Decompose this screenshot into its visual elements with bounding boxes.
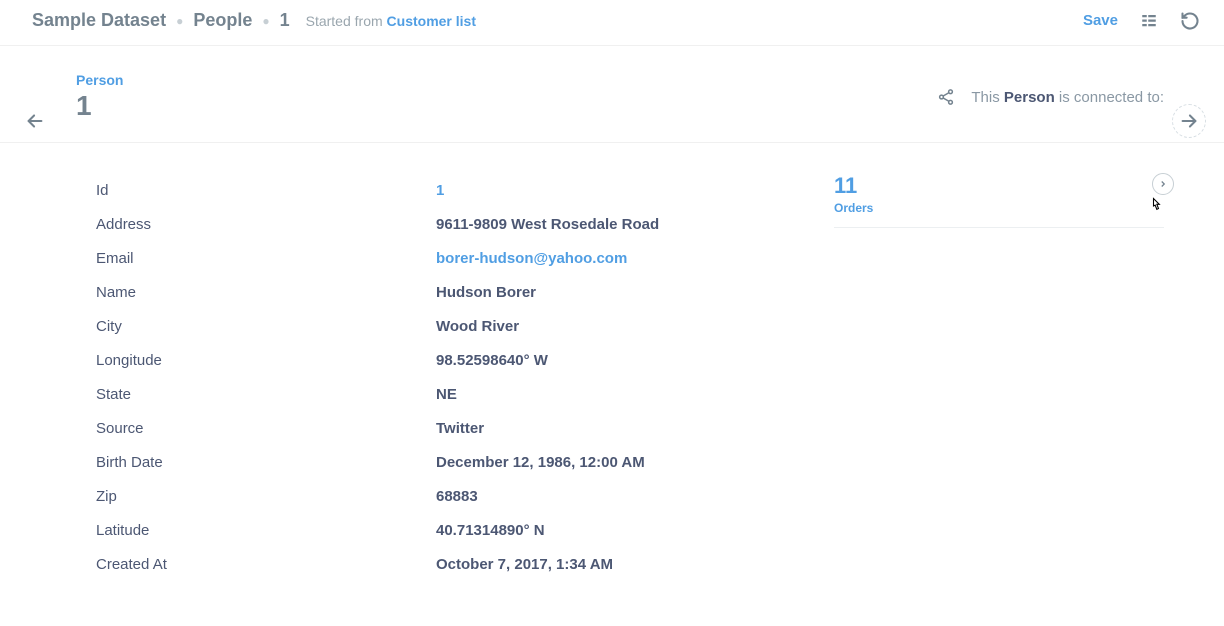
field-label: Zip [96, 488, 436, 505]
crumb-separator-icon: ● [262, 14, 269, 28]
field-label: Id [96, 182, 436, 199]
field-label: State [96, 386, 436, 403]
field-value: Wood River [436, 318, 519, 335]
crumb-separator-icon: ● [176, 14, 183, 28]
field-label: Address [96, 216, 436, 233]
crumb-table[interactable]: People [193, 10, 252, 31]
field-label: Latitude [96, 522, 436, 539]
fields-list: Id1Address9611-9809 West Rosedale RoadEm… [96, 143, 834, 581]
field-row: Id1 [96, 173, 834, 207]
editor-icon[interactable] [1140, 12, 1158, 30]
top-bar: Sample Dataset ● People ● 1 Started from… [0, 0, 1224, 46]
field-label: Source [96, 420, 436, 437]
body: Id1Address9611-9809 West Rosedale RoadEm… [0, 143, 1224, 581]
connections-prefix: This [971, 89, 1004, 106]
field-row: Zip68883 [96, 479, 834, 513]
crumb-dataset[interactable]: Sample Dataset [32, 10, 166, 31]
field-label: Created At [96, 556, 436, 573]
field-row: Address9611-9809 West Rosedale Road [96, 207, 834, 241]
field-row: Created AtOctober 7, 2017, 1:34 AM [96, 547, 834, 581]
connections-entity: Person [1004, 89, 1055, 106]
detail-header: Person 1 This Person is connected to: [0, 46, 1224, 143]
entity-id: 1 [76, 90, 123, 122]
refresh-icon[interactable] [1180, 11, 1200, 31]
field-value: 40.71314890° N [436, 522, 545, 539]
field-row: Latitude40.71314890° N [96, 513, 834, 547]
save-button[interactable]: Save [1083, 12, 1118, 29]
field-value: NE [436, 386, 457, 403]
started-prefix: Started from [306, 13, 387, 29]
started-from-link[interactable]: Customer list [387, 13, 476, 29]
field-value: December 12, 1986, 12:00 AM [436, 454, 645, 471]
related-count[interactable]: 11 [834, 173, 1164, 199]
field-value: 68883 [436, 488, 478, 505]
started-from-text: Started from Customer list [306, 13, 476, 29]
field-row: Emailborer-hudson@yahoo.com [96, 241, 834, 275]
field-value[interactable]: borer-hudson@yahoo.com [436, 250, 627, 267]
prev-record-button[interactable] [18, 104, 52, 138]
field-row: StateNE [96, 377, 834, 411]
connections-suffix: is connected to: [1055, 89, 1164, 106]
entity-type-label[interactable]: Person [76, 72, 123, 88]
breadcrumb: Sample Dataset ● People ● 1 Started from… [32, 10, 476, 31]
field-label: City [96, 318, 436, 335]
expand-related-button[interactable] [1152, 173, 1174, 195]
field-label: Name [96, 284, 436, 301]
divider [834, 227, 1164, 228]
field-value: Hudson Borer [436, 284, 536, 301]
field-value[interactable]: 1 [436, 182, 444, 199]
field-row: CityWood River [96, 309, 834, 343]
connected-panel: 11 Orders [834, 143, 1164, 581]
share-icon[interactable] [937, 88, 955, 106]
field-row: NameHudson Borer [96, 275, 834, 309]
next-record-button[interactable] [1172, 104, 1206, 138]
connections-text: This Person is connected to: [937, 72, 1164, 122]
field-value: 9611-9809 West Rosedale Road [436, 216, 659, 233]
field-label: Longitude [96, 352, 436, 369]
connections-sentence: This Person is connected to: [971, 89, 1164, 106]
field-value: October 7, 2017, 1:34 AM [436, 556, 613, 573]
top-actions: Save [1083, 11, 1200, 31]
entity-heading: Person 1 [76, 72, 123, 122]
crumb-record[interactable]: 1 [280, 10, 290, 31]
field-label: Birth Date [96, 454, 436, 471]
field-value: 98.52598640° W [436, 352, 548, 369]
field-label: Email [96, 250, 436, 267]
related-label[interactable]: Orders [834, 201, 1164, 215]
field-row: Longitude98.52598640° W [96, 343, 834, 377]
field-row: Birth DateDecember 12, 1986, 12:00 AM [96, 445, 834, 479]
field-value: Twitter [436, 420, 484, 437]
field-row: SourceTwitter [96, 411, 834, 445]
